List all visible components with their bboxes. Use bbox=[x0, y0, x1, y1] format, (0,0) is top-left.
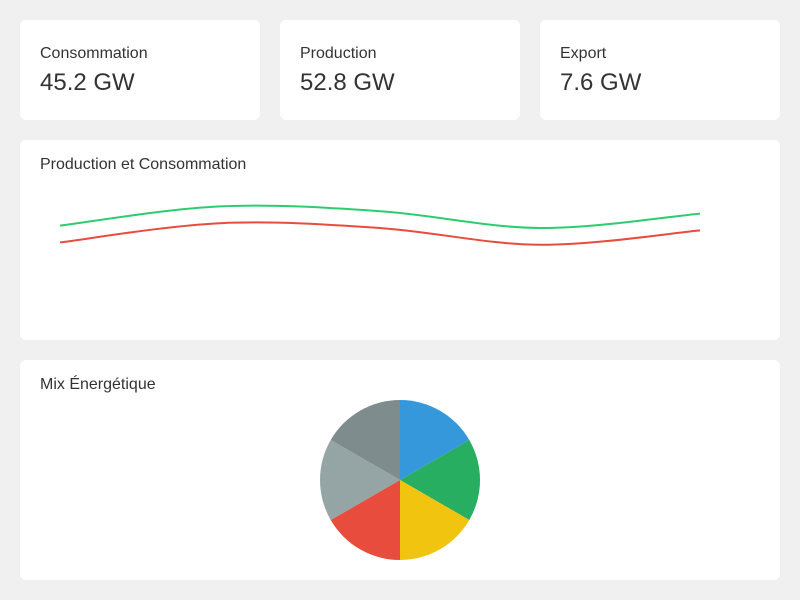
kpi-card-export: Export 7.6 GW bbox=[540, 20, 780, 120]
kpi-label: Export bbox=[560, 45, 607, 62]
kpi-card-consommation: Consommation 45.2 GW bbox=[20, 20, 260, 120]
dashboard: Consommation 45.2 GW Production 52.8 GW … bbox=[0, 0, 800, 600]
series-line-1 bbox=[59, 221, 701, 246]
kpi-value: 45.2 GW bbox=[40, 69, 135, 96]
kpi-value: 7.6 GW bbox=[560, 69, 642, 96]
line-chart bbox=[59, 204, 701, 246]
kpi-label: Production bbox=[300, 45, 377, 62]
kpi-label: Consommation bbox=[40, 45, 148, 62]
kpi-card-production: Production 52.8 GW bbox=[280, 20, 520, 120]
line-chart-panel: Production et Consommation bbox=[20, 140, 780, 340]
pie-chart bbox=[320, 400, 480, 560]
kpi-value: 52.8 GW bbox=[300, 69, 395, 96]
pie-chart-panel: Mix Énergétique bbox=[20, 360, 780, 580]
series-line-0 bbox=[59, 204, 701, 230]
